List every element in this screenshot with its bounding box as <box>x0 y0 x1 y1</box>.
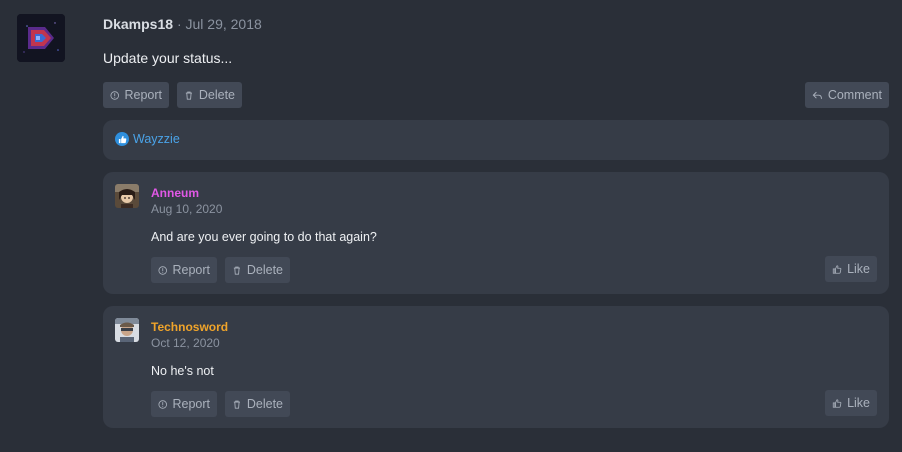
post-header: Dkamps18 · Jul 29, 2018 <box>103 16 262 32</box>
liked-by-link[interactable]: Wayzzie <box>133 132 180 146</box>
comment-button[interactable]: Comment <box>805 82 889 108</box>
comment-label: Comment <box>827 88 882 102</box>
post-delete-button[interactable]: Delete <box>177 82 242 108</box>
comment-date[interactable]: Oct 12, 2020 <box>151 336 220 350</box>
comment-text: And are you ever going to do that again? <box>151 230 377 244</box>
comment-author-avatar[interactable] <box>115 318 139 342</box>
report-icon <box>158 265 167 275</box>
comment-item: Technosword Oct 12, 2020 No he's not Rep… <box>103 306 889 428</box>
reply-icon <box>812 91 822 99</box>
comment-like-button[interactable]: Like <box>825 390 877 416</box>
report-icon <box>158 399 167 409</box>
delete-label: Delete <box>198 88 235 102</box>
comment-text: No he's not <box>151 364 214 378</box>
comment-report-button[interactable]: Report <box>151 257 217 283</box>
author-avatar[interactable] <box>17 14 65 62</box>
like-reaction-icon <box>115 132 129 146</box>
trash-icon <box>233 400 241 409</box>
comment-author-name[interactable]: Anneum <box>151 186 199 200</box>
comment-delete-button[interactable]: Delete <box>225 391 290 417</box>
likes-summary: Wayzzie <box>103 120 889 160</box>
anime-avatar-icon <box>115 184 139 208</box>
comment-author-avatar[interactable] <box>115 184 139 208</box>
thumbs-up-icon <box>832 398 842 408</box>
comment-author-name[interactable]: Technosword <box>151 320 228 334</box>
photo-avatar-icon <box>115 318 139 342</box>
like-label: Like <box>847 262 870 276</box>
post-status-text: Update your status... <box>103 50 233 66</box>
avatar-logo-icon <box>17 14 65 62</box>
like-label: Like <box>847 396 870 410</box>
report-icon <box>110 90 119 100</box>
trash-icon <box>233 266 241 275</box>
report-label: Report <box>172 397 210 411</box>
report-label: Report <box>124 88 162 102</box>
comment-date[interactable]: Aug 10, 2020 <box>151 202 222 216</box>
delete-label: Delete <box>246 397 283 411</box>
comment-delete-button[interactable]: Delete <box>225 257 290 283</box>
header-separator: · <box>176 16 182 32</box>
post-date[interactable]: Jul 29, 2018 <box>186 16 262 32</box>
post-report-button[interactable]: Report <box>103 82 169 108</box>
report-label: Report <box>172 263 210 277</box>
comment-report-button[interactable]: Report <box>151 391 217 417</box>
post-author-name[interactable]: Dkamps18 <box>103 16 173 32</box>
comment-item: Anneum Aug 10, 2020 And are you ever goi… <box>103 172 889 294</box>
trash-icon <box>185 91 193 100</box>
delete-label: Delete <box>246 263 283 277</box>
comment-like-button[interactable]: Like <box>825 256 877 282</box>
thumbs-up-icon <box>832 264 842 274</box>
